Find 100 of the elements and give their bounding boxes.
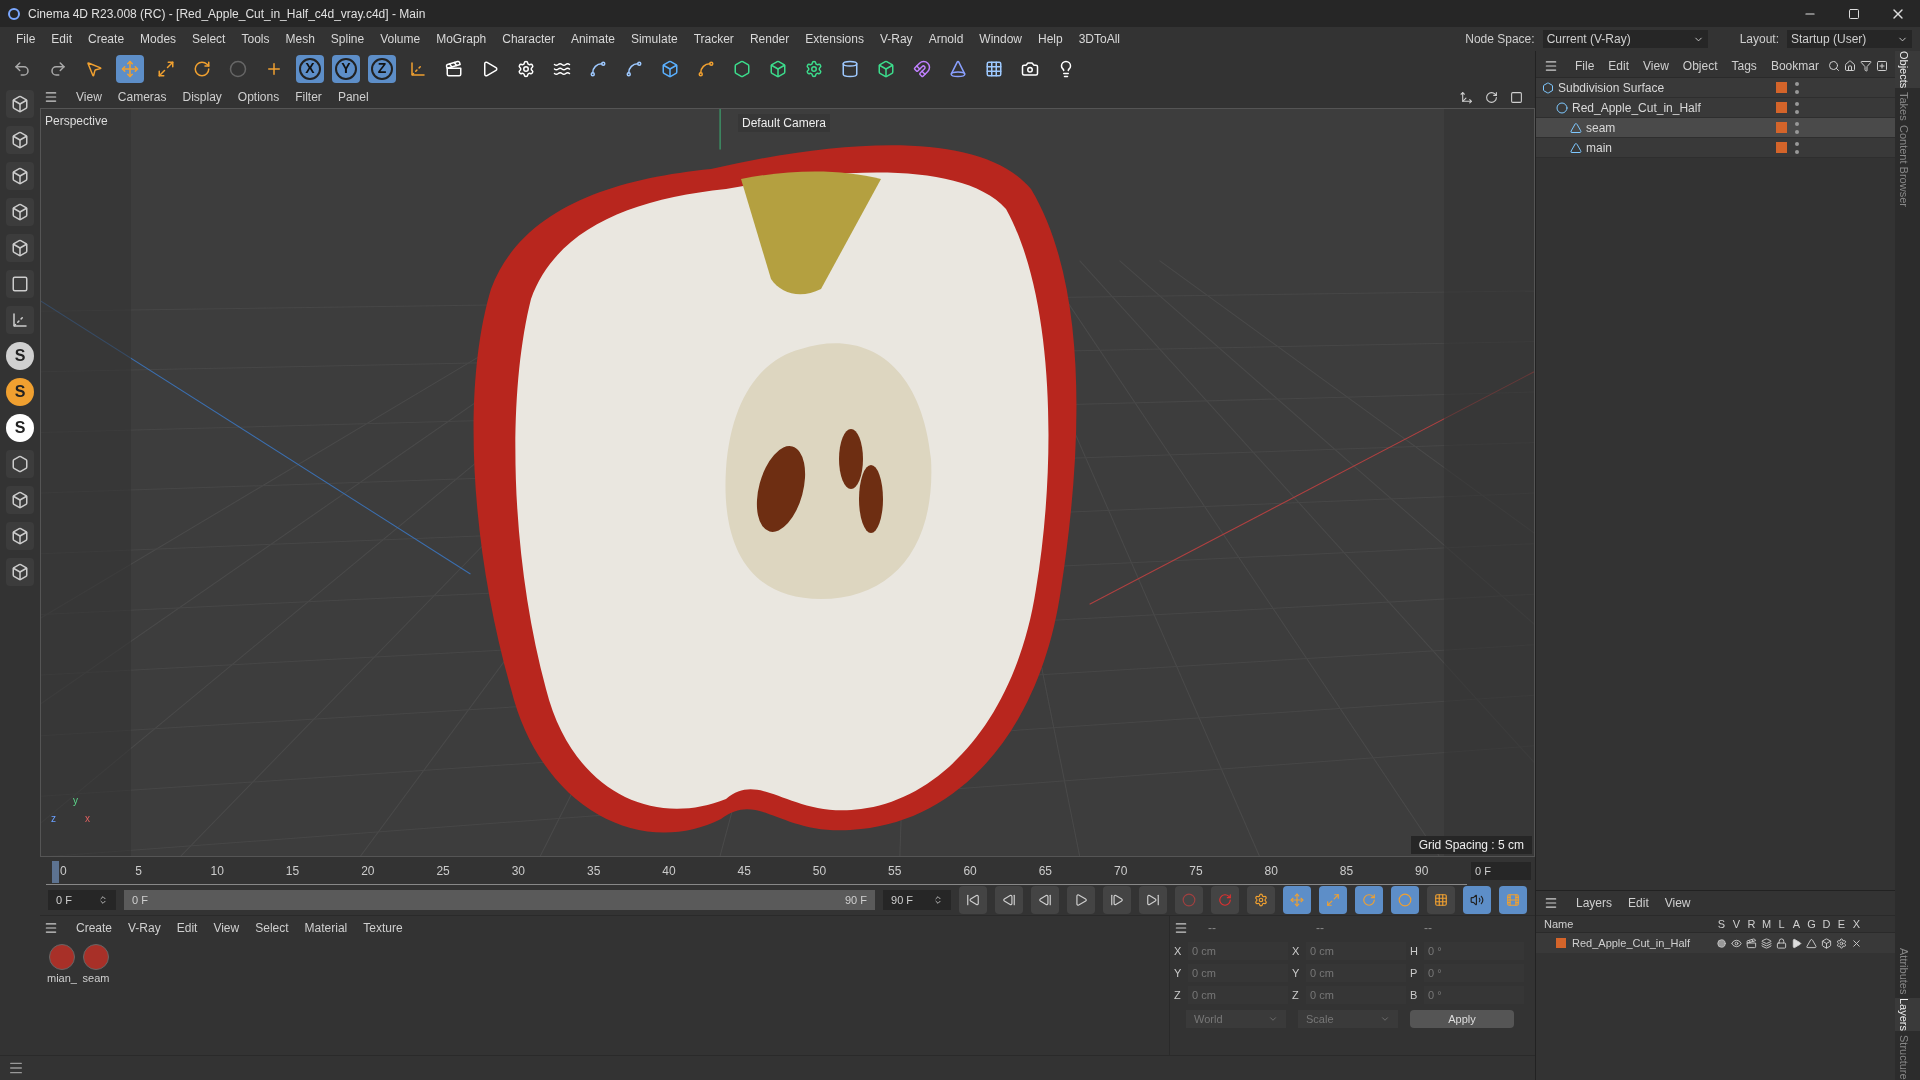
material-swatch[interactable]: seam (82, 944, 110, 987)
menu-item[interactable]: Edit (43, 30, 81, 48)
menu-item[interactable]: Tools (233, 30, 278, 48)
visibility-dots-icon[interactable] (1795, 141, 1799, 154)
cube-icon[interactable] (6, 486, 34, 514)
viewport-menu-item[interactable]: View (70, 88, 108, 106)
axis-lock-toggle[interactable]: Y (332, 54, 360, 83)
axis-icon[interactable] (6, 306, 34, 334)
objects-menu-item[interactable]: Bookmar (1765, 57, 1824, 75)
maximize-icon[interactable] (1510, 90, 1523, 104)
material-menu-item[interactable]: Select (249, 919, 295, 937)
stepper-icon[interactable] (98, 895, 108, 905)
previous-frame-icon[interactable] (1031, 886, 1059, 914)
cube-icon[interactable] (6, 234, 34, 262)
menu-item[interactable]: 3DToAll (1070, 30, 1129, 48)
lock-icon[interactable] (1774, 937, 1789, 949)
cube-icon[interactable] (6, 558, 34, 586)
menu-icon[interactable] (8, 1060, 24, 1076)
material-menu-item[interactable]: Create (70, 919, 119, 937)
material-menu-item[interactable]: Edit (170, 919, 204, 937)
menu-icon[interactable] (44, 921, 58, 935)
play-icon[interactable] (1067, 886, 1095, 914)
layer-row[interactable]: Red_Apple_Cut_in_Half (1536, 933, 1895, 953)
material-menu-item[interactable]: Material (298, 919, 354, 937)
sound-icon[interactable] (1463, 886, 1491, 914)
object-row[interactable]: Red_Apple_Cut_in_Half (1536, 98, 1895, 118)
eye-icon[interactable] (1729, 937, 1744, 949)
viewport-menu-item[interactable]: Filter (289, 88, 328, 106)
objects-menu-item[interactable]: Tags (1726, 57, 1762, 75)
objects-menu-item[interactable]: Object (1677, 57, 1723, 75)
objects-menu-item[interactable]: View (1638, 57, 1674, 75)
cube-icon[interactable] (6, 90, 34, 118)
viewport-menu-item[interactable]: Cameras (111, 88, 173, 106)
menu-item[interactable]: Help (1030, 30, 1071, 48)
menu-item[interactable]: File (8, 30, 44, 48)
key-settings-icon[interactable] (1247, 886, 1275, 914)
menu-item[interactable]: Simulate (622, 30, 686, 48)
viewport-menu-item[interactable]: Panel (331, 88, 375, 106)
layout-dropdown[interactable]: Startup (User) (1787, 30, 1912, 48)
object-row[interactable]: Subdivision Surface (1536, 78, 1895, 98)
visibility-dots-icon[interactable] (1795, 81, 1799, 94)
layers-menu-item[interactable]: Layers (1570, 894, 1619, 912)
menu-item[interactable]: V-Ray (871, 30, 921, 48)
menu-item[interactable]: Volume (372, 30, 429, 48)
go-to-start-icon[interactable] (959, 886, 987, 914)
menu-item[interactable]: Window (971, 30, 1030, 48)
objects-menu-item[interactable]: Edit (1603, 57, 1635, 75)
objects-menu-item[interactable]: File (1570, 57, 1600, 75)
start-frame-field[interactable]: 0 F (48, 890, 116, 910)
menu-item[interactable]: Spline (322, 30, 373, 48)
current-frame-field[interactable]: 0 F (1471, 862, 1531, 880)
axis-lock-toggle[interactable]: X (296, 54, 324, 83)
dots-grid-icon[interactable] (1427, 886, 1455, 914)
timeline-ruler[interactable]: 0 5 10 15 20 25 30 35 40 45 50 55 60 65 70 75 80 85 90 (46, 857, 1467, 885)
side-tab[interactable]: Takes (1895, 92, 1920, 122)
menu-item[interactable]: Animate (562, 30, 623, 48)
menu-icon[interactable] (1174, 921, 1188, 935)
menu-item[interactable]: Arnold (920, 30, 972, 48)
move-tool-icon[interactable] (116, 54, 144, 83)
side-tab[interactable]: Attributes (1895, 947, 1920, 995)
material-menu-item[interactable]: V-Ray (122, 919, 167, 937)
viewport-menu-item[interactable]: Display (176, 88, 228, 106)
filter-icon[interactable] (1859, 60, 1872, 72)
axis-lock-toggle[interactable]: Z (368, 54, 396, 83)
object-row[interactable]: main (1536, 138, 1895, 158)
menu-item[interactable]: Extensions (797, 30, 872, 48)
side-tab[interactable]: Content Browser (1895, 125, 1920, 207)
side-tab[interactable]: Objects (1895, 51, 1920, 89)
material-menu-item[interactable]: Texture (357, 919, 409, 937)
menu-icon[interactable] (1544, 896, 1558, 910)
menu-icon[interactable] (44, 90, 58, 104)
cube-icon[interactable] (6, 198, 34, 226)
end-frame-field[interactable]: 90 F (883, 890, 951, 910)
home-icon[interactable] (1843, 60, 1856, 72)
viewport[interactable]: Perspective Default Camera Grid Spacing : 5 cm y z x (40, 108, 1535, 857)
menu-item[interactable]: MoGraph (428, 30, 495, 48)
menu-item[interactable]: Character (494, 30, 563, 48)
cube-icon[interactable] (6, 162, 34, 190)
next-frame-icon[interactable] (1103, 886, 1131, 914)
new-panel-icon[interactable] (1875, 60, 1888, 72)
node-space-dropdown[interactable]: Current (V-Ray) (1542, 30, 1708, 48)
material-menu-item[interactable]: View (207, 919, 246, 937)
letter-tool-button[interactable]: S (6, 378, 34, 406)
square-icon[interactable] (6, 270, 34, 298)
object-row[interactable]: seam (1536, 118, 1895, 138)
menu-item[interactable]: Select (184, 30, 234, 48)
visibility-dots-icon[interactable] (1795, 101, 1799, 114)
material-swatch[interactable]: mian_ (48, 944, 76, 987)
apply-button[interactable]: Apply (1410, 1010, 1514, 1028)
menu-item[interactable]: Mesh (277, 30, 323, 48)
letter-tool-button[interactable]: S (6, 342, 34, 370)
side-tab[interactable]: Structure (1895, 1035, 1920, 1080)
search-icon[interactable] (1827, 60, 1840, 72)
side-tab[interactable]: Layers (1895, 998, 1920, 1032)
stepper-icon[interactable] (933, 895, 943, 905)
layers-menu-item[interactable]: View (1658, 894, 1697, 912)
previous-key-icon[interactable] (995, 886, 1023, 914)
clapperboard-icon[interactable] (1744, 937, 1759, 949)
menu-item[interactable]: Render (741, 30, 798, 48)
viewport-menu-item[interactable]: Options (231, 88, 286, 106)
